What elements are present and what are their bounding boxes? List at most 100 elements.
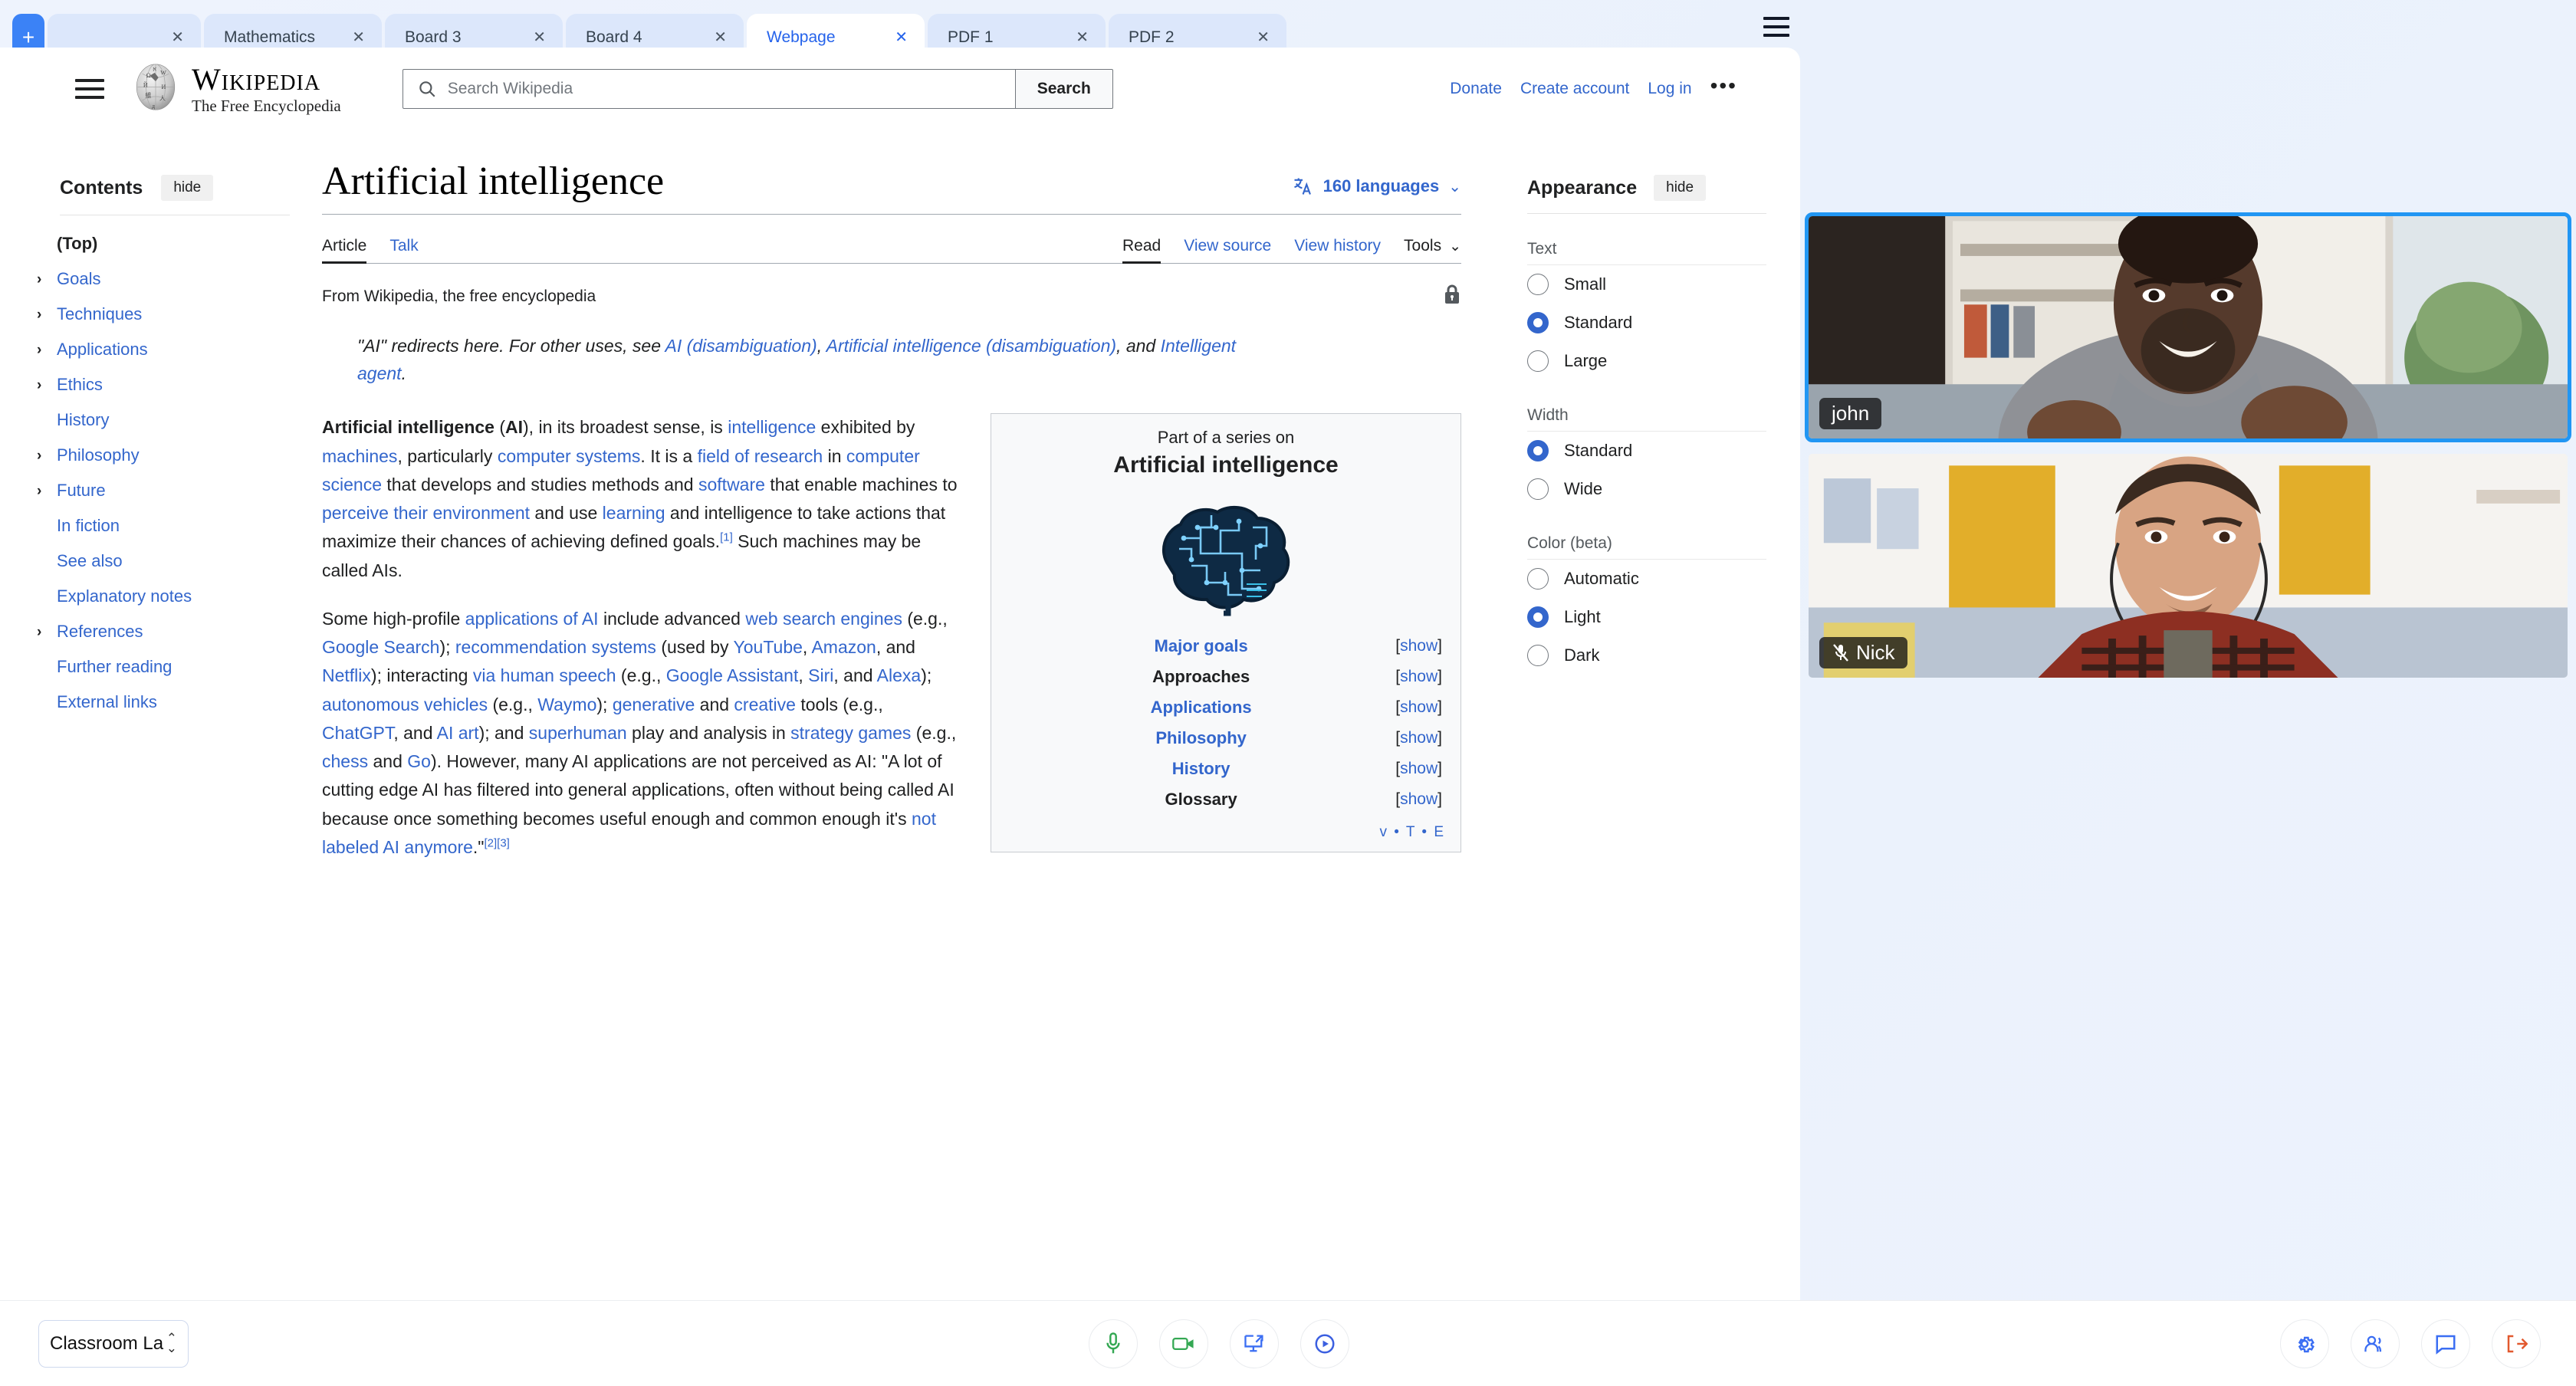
link-via-human-speech[interactable]: via human speech [473,665,616,685]
link-web-search-engines[interactable]: web search engines [745,609,902,629]
tab-view-history[interactable]: View history [1294,237,1381,263]
radio-color-automatic[interactable]: Automatic [1527,560,1766,598]
language-selector[interactable]: 160 languages ⌄ [1291,176,1461,203]
tab-tools[interactable]: Tools [1404,237,1441,263]
toc-item-top[interactable]: ›(Top) [57,226,322,261]
more-options-icon[interactable]: ••• [1710,75,1737,97]
radio-color-dark[interactable]: Dark [1527,636,1766,675]
radio-icon-selected[interactable] [1527,606,1549,628]
link-field-of-research[interactable]: field of research [698,446,823,466]
leave-call-button[interactable] [2492,1319,2541,1368]
infobox-show-toggle[interactable]: [show] [1395,698,1442,717]
ref-link[interactable]: [1] [720,531,733,544]
tab-overflow-menu-icon[interactable] [1763,17,1789,37]
link-learning[interactable]: learning [603,503,665,523]
chat-button[interactable] [2421,1319,2470,1368]
link-computer-systems[interactable]: computer systems [498,446,641,466]
toc-item-history[interactable]: ›History [57,402,322,438]
appearance-hide-button[interactable]: hide [1654,175,1707,201]
infobox-row-label[interactable]: Applications [1007,698,1395,718]
show-link[interactable]: show [1400,729,1438,747]
toc-item-references[interactable]: › References [37,614,322,649]
link-intelligence[interactable]: intelligence [728,417,816,437]
toc-hide-button[interactable]: hide [161,175,214,201]
infobox-show-toggle[interactable]: [show] [1395,790,1442,809]
infobox-row[interactable]: Glossary [show] [1007,784,1445,815]
search-input-wrapper[interactable] [402,69,1016,109]
close-icon[interactable]: ✕ [171,30,184,45]
link-recommendation-systems[interactable]: recommendation systems [455,637,656,657]
infobox-row-label[interactable]: History [1007,759,1395,779]
link-chess[interactable]: chess [322,751,368,771]
radio-icon[interactable] [1527,478,1549,500]
video-tile-nick[interactable]: Nick [1805,450,2571,682]
ref-link[interactable]: [2] [484,836,497,849]
vte-edit-link[interactable]: E [1434,824,1445,840]
infobox-row-label[interactable]: Philosophy [1007,728,1395,748]
video-tile-john[interactable]: john [1805,212,2571,442]
log-in-link[interactable]: Log in [1648,80,1691,98]
show-link[interactable]: show [1400,668,1438,685]
toc-item-external-links[interactable]: ›External links [57,685,322,720]
link-perceive-environment[interactable]: perceive their environment [322,503,530,523]
link-netflix[interactable]: Netflix [322,665,371,685]
link-autonomous-vehicles[interactable]: autonomous vehicles [322,695,488,714]
infobox-show-toggle[interactable]: [show] [1395,637,1442,655]
radio-icon-selected[interactable] [1527,312,1549,333]
link-siri[interactable]: Siri [808,665,833,685]
toc-item-in-fiction[interactable]: ›In fiction [57,508,322,544]
radio-text-small[interactable]: Small [1527,265,1766,304]
chevron-updown-icon[interactable]: ⌃ ⌄ [166,1332,177,1354]
chevron-right-icon[interactable]: › [37,378,57,392]
create-account-link[interactable]: Create account [1520,80,1629,98]
link-ai-art[interactable]: AI art [437,723,479,743]
chevron-down-icon[interactable]: ⌄ [1449,238,1461,263]
link-applications-of-ai[interactable]: applications of AI [465,609,599,629]
radio-icon[interactable] [1527,274,1549,295]
link-generative[interactable]: generative [613,695,695,714]
link-creative[interactable]: creative [734,695,796,714]
donate-link[interactable]: Donate [1450,80,1502,98]
chevron-right-icon[interactable]: › [37,484,57,498]
infobox-row[interactable]: Philosophy [show] [1007,723,1445,754]
toc-item-further-reading[interactable]: ›Further reading [57,649,322,685]
toc-item-see-also[interactable]: ›See also [57,544,322,579]
screen-share-button[interactable] [1230,1319,1279,1368]
toc-item-goals[interactable]: › Goals [37,261,322,297]
wikipedia-menu-icon[interactable] [75,79,104,99]
tab-view-source[interactable]: View source [1184,237,1271,263]
close-icon[interactable]: ✕ [352,30,365,45]
infobox-row[interactable]: History [show] [1007,754,1445,784]
radio-icon[interactable] [1527,350,1549,372]
close-icon[interactable]: ✕ [533,30,546,45]
microphone-button[interactable] [1089,1319,1138,1368]
infobox-row[interactable]: Major goals [show] [1007,631,1445,662]
toc-item-future[interactable]: › Future [37,473,322,508]
link-youtube[interactable]: YouTube [734,637,803,657]
radio-text-large[interactable]: Large [1527,342,1766,380]
reference-3[interactable]: [3] [497,836,510,849]
link-chatgpt[interactable]: ChatGPT [322,723,393,743]
participants-button[interactable] [2351,1319,2400,1368]
tab-read[interactable]: Read [1122,237,1162,264]
record-button[interactable] [1300,1319,1349,1368]
radio-color-light[interactable]: Light [1527,598,1766,636]
link-strategy-games[interactable]: strategy games [790,723,911,743]
chevron-right-icon[interactable]: › [37,307,57,322]
hatnote-link-ai-disambiguation-2[interactable]: Artificial intelligence (disambiguation) [826,336,1116,356]
radio-width-wide[interactable]: Wide [1527,470,1766,508]
link-software[interactable]: software [698,475,765,494]
camera-button[interactable] [1159,1319,1208,1368]
infobox-row[interactable]: Applications [show] [1007,692,1445,723]
show-link[interactable]: show [1400,790,1438,808]
toc-item-applications[interactable]: › Applications [37,332,322,367]
chevron-right-icon[interactable]: › [37,625,57,639]
radio-text-standard[interactable]: Standard [1527,304,1766,342]
link-google-search[interactable]: Google Search [322,637,439,657]
link-waymo[interactable]: Waymo [537,695,596,714]
link-google-assistant[interactable]: Google Assistant [666,665,799,685]
link-alexa[interactable]: Alexa [877,665,922,685]
hatnote-link-ai-disambiguation[interactable]: AI (disambiguation) [665,336,817,356]
show-link[interactable]: show [1400,698,1438,716]
toc-item-explanatory-notes[interactable]: ›Explanatory notes [57,579,322,614]
